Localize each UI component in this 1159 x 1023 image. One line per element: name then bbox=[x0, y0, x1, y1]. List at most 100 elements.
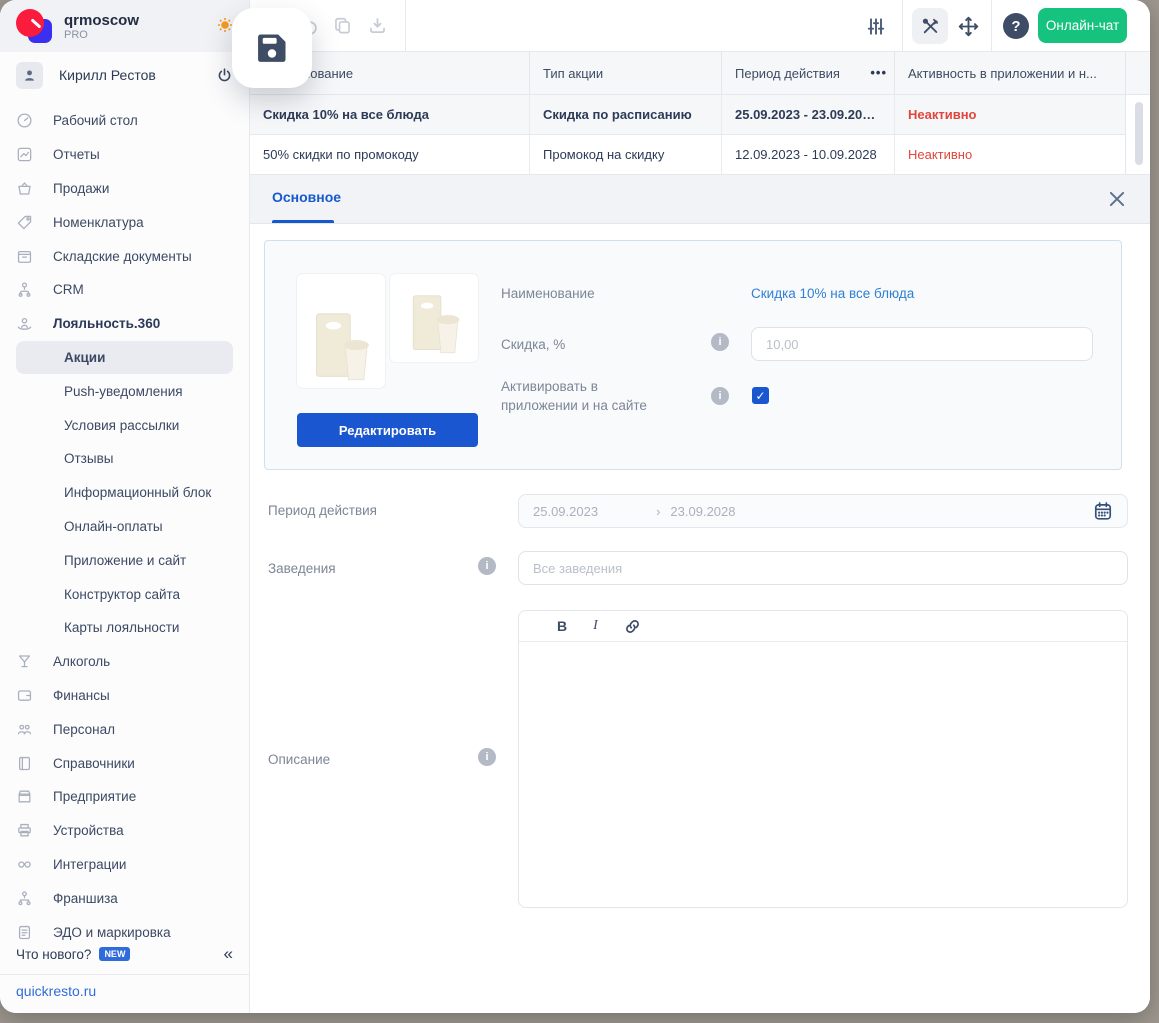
sidebar-nav: Рабочий стол Отчеты ПродажиНоменклатура Скл… bbox=[0, 104, 249, 949]
promotion-name-link[interactable]: Скидка 10% на все блюда bbox=[751, 286, 914, 301]
sidebar-item-directories[interactable]: Справочники bbox=[0, 746, 249, 780]
crm-icon bbox=[16, 281, 33, 298]
sidebar-item-crm[interactable]: CRM bbox=[0, 273, 249, 307]
sidebar-item-franchise[interactable]: Франшиза bbox=[0, 881, 249, 915]
whats-new-link[interactable]: Что нового? bbox=[16, 947, 91, 962]
insert-link-icon[interactable] bbox=[624, 618, 641, 635]
sidebar-item-онлайн-оплаты[interactable]: Онлайн-оплаты bbox=[0, 510, 249, 544]
promo-image-2[interactable] bbox=[390, 274, 478, 362]
sidebar-item-push-уведомления[interactable]: Push-уведомления bbox=[0, 374, 249, 408]
bold-icon[interactable]: B bbox=[557, 618, 567, 634]
sidebar-item-label: CRM bbox=[53, 282, 84, 297]
sidebar-item-label: Лояльность.360 bbox=[53, 316, 160, 331]
italic-icon[interactable]: I bbox=[593, 618, 598, 634]
description-info-icon[interactable]: i bbox=[478, 748, 496, 766]
tools-mode-button[interactable] bbox=[912, 8, 948, 44]
column-header-period[interactable]: Период действия bbox=[722, 52, 895, 94]
discount-input[interactable]: 10,00 bbox=[751, 327, 1093, 361]
download-icon[interactable] bbox=[368, 16, 388, 36]
period-from[interactable]: 25.09.2023 bbox=[533, 504, 598, 519]
column-options-icon[interactable]: ••• bbox=[870, 65, 887, 80]
table-row[interactable]: 50% скидки по промокодуПромокод на скидк… bbox=[250, 135, 1125, 175]
sidebar-item-label: Информационный блок bbox=[64, 485, 211, 500]
sidebar-item-sales[interactable]: Продажи bbox=[0, 172, 249, 206]
column-header-activity[interactable]: Активность в приложении и н... bbox=[895, 52, 1125, 94]
discount-info-icon[interactable]: i bbox=[711, 333, 729, 351]
period-to[interactable]: 23.09.2028 bbox=[670, 504, 735, 519]
sidebar-item-label: Акции bbox=[64, 350, 105, 365]
directories-icon bbox=[16, 755, 33, 772]
sidebar-item-условия-рассылки[interactable]: Условия рассылки bbox=[0, 408, 249, 442]
sidebar-item-label: Приложение и сайт bbox=[64, 553, 186, 568]
top-toolbar: ? Онлайн-чат bbox=[250, 0, 1150, 52]
copy-icon[interactable] bbox=[333, 16, 353, 36]
sidebar-item-label: Рабочий стол bbox=[53, 113, 138, 128]
venues-info-icon[interactable]: i bbox=[478, 557, 496, 575]
column-header-type[interactable]: Тип акции bbox=[530, 52, 722, 94]
sidebar-item-enterprise[interactable]: Предприятие bbox=[0, 780, 249, 814]
editor-body[interactable] bbox=[519, 642, 1127, 908]
sidebar-item-label: Алкоголь bbox=[53, 654, 110, 669]
sidebar-item-информационный-блок[interactable]: Информационный блок bbox=[0, 476, 249, 510]
move-mode-button[interactable] bbox=[950, 8, 986, 44]
sidebar-header: qrmoscow PRO bbox=[0, 0, 249, 52]
sidebar-item-акции[interactable]: Акции bbox=[16, 341, 233, 375]
sidebar-item-alcohol[interactable]: Алкоголь bbox=[0, 645, 249, 679]
sidebar-footer: Что нового? NEW « quickresto.ru bbox=[0, 938, 249, 1013]
description-label: Описание bbox=[268, 752, 330, 767]
sidebar-item-label: Интеграции bbox=[53, 857, 126, 872]
logout-power-icon[interactable] bbox=[216, 67, 233, 84]
sidebar-item-label: Отчеты bbox=[53, 147, 100, 162]
sidebar-item-reports[interactable]: Отчеты bbox=[0, 138, 249, 172]
sidebar-item-label: Push-уведомления bbox=[64, 384, 183, 399]
tab-main[interactable]: Основное bbox=[272, 189, 341, 205]
sidebar-item-карты-лояльности[interactable]: Карты лояльности bbox=[0, 611, 249, 645]
save-button[interactable] bbox=[232, 8, 312, 88]
calendar-icon[interactable] bbox=[1093, 501, 1113, 521]
brand-plan: PRO bbox=[64, 29, 139, 41]
period-label: Период действия bbox=[268, 503, 377, 518]
activate-label: Активировать в приложении и на сайте bbox=[501, 377, 676, 415]
sidebar-item-label: Карты лояльности bbox=[64, 620, 179, 635]
sidebar-item-integrations[interactable]: Интеграции bbox=[0, 848, 249, 882]
help-button[interactable]: ? bbox=[1003, 13, 1029, 39]
online-chat-button[interactable]: Онлайн-чат bbox=[1038, 8, 1127, 43]
sidebar-item-loyalty[interactable]: Лояльность.360 bbox=[0, 307, 249, 341]
venues-input[interactable]: Все заведения bbox=[518, 551, 1128, 585]
sidebar-item-dashboard[interactable]: Рабочий стол bbox=[0, 104, 249, 138]
close-icon[interactable] bbox=[1106, 188, 1128, 210]
promo-image-1[interactable] bbox=[297, 274, 385, 388]
quickresto-site-link[interactable]: quickresto.ru bbox=[16, 983, 96, 999]
sidebar-item-devices[interactable]: Устройства bbox=[0, 814, 249, 848]
sidebar-item-finance[interactable]: Финансы bbox=[0, 679, 249, 713]
devices-icon bbox=[16, 822, 33, 839]
table-row[interactable]: Скидка 10% на все блюдаСкидка по расписа… bbox=[250, 95, 1125, 135]
activate-info-icon[interactable]: i bbox=[711, 387, 729, 405]
cell-period: 12.09.2023 - 10.09.2028 bbox=[722, 135, 895, 174]
user-row: Кирилл Рестов bbox=[0, 52, 249, 98]
avatar bbox=[16, 62, 43, 89]
sidebar-item-конструктор-сайта[interactable]: Конструктор сайта bbox=[0, 577, 249, 611]
edit-button[interactable]: Редактировать bbox=[297, 413, 478, 447]
collapse-sidebar-icon[interactable]: « bbox=[224, 944, 233, 964]
period-field[interactable]: 25.09.2023 › 23.09.2028 bbox=[518, 494, 1128, 528]
new-badge: NEW bbox=[99, 947, 130, 961]
sidebar-item-label: Отзывы bbox=[64, 451, 113, 466]
sidebar-item-отзывы[interactable]: Отзывы bbox=[0, 442, 249, 476]
sidebar-item-label: Финансы bbox=[53, 688, 110, 703]
theme-sun-icon[interactable] bbox=[217, 17, 233, 33]
warehouse-icon bbox=[16, 248, 33, 265]
editor-toolbar: B I bbox=[519, 611, 1127, 642]
sidebar-item-приложение-и-сайт[interactable]: Приложение и сайт bbox=[0, 543, 249, 577]
column-settings-icon[interactable] bbox=[866, 16, 886, 36]
description-editor[interactable]: B I bbox=[518, 610, 1128, 908]
table-scrollbar[interactable] bbox=[1135, 102, 1143, 165]
promotion-summary-card: Наименование Скидка 10% на все блюда Ски… bbox=[264, 240, 1122, 470]
sidebar-item-warehouse[interactable]: Складские документы bbox=[0, 239, 249, 273]
brand-block: qrmoscow PRO bbox=[64, 12, 139, 41]
sidebar-item-staff[interactable]: Персонал bbox=[0, 712, 249, 746]
sidebar-item-label: Складские документы bbox=[53, 249, 192, 264]
activate-checkbox[interactable]: ✓ bbox=[752, 387, 769, 404]
sidebar-item-nomenclature[interactable]: Номенклатура bbox=[0, 205, 249, 239]
staff-icon bbox=[16, 721, 33, 738]
